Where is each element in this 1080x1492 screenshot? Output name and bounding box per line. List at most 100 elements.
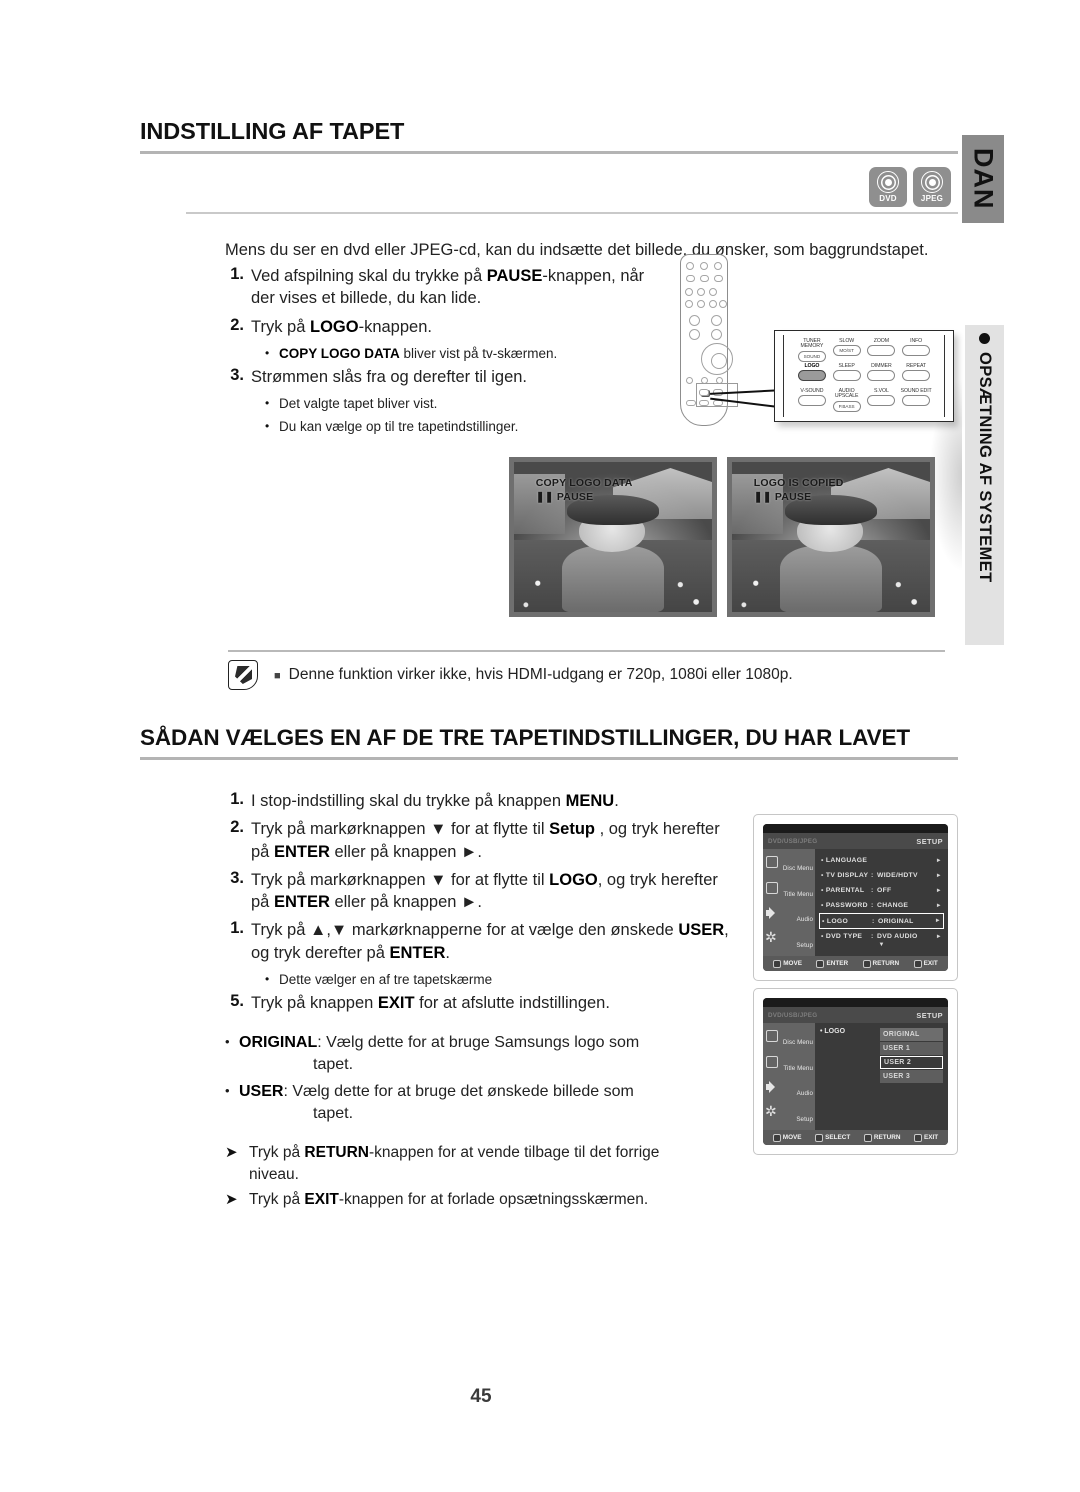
option-bullet: • ORIGINAL: Vælg dette for at bruge Samsu… <box>225 1032 695 1077</box>
emphasis-text: LOGO <box>309 317 359 336</box>
arrow-icon: ➤ <box>225 1144 238 1161</box>
section-2-heading: SÅDAN VÆLGES EN AF DE TRE TAPETINDSTILLI… <box>140 725 958 760</box>
section-1-heading-text: INDSTILLING AF TAPET <box>140 118 405 144</box>
pen-glyph-icon <box>235 666 252 684</box>
body-text: Tryk på markørknappen ▼ for at flytte ti… <box>251 820 550 839</box>
osd-footer-key-icon <box>816 959 825 968</box>
bullet-icon: • <box>225 1082 230 1098</box>
osd-sidebar-item-label: Setup <box>796 942 813 950</box>
note-text-row: ■ Denne funktion virker ikke, hvis HDMI-u… <box>274 660 793 690</box>
remote-button-cap <box>902 370 931 382</box>
osd-logo-option[interactable]: USER 3 <box>880 1070 943 1083</box>
speaker-icon <box>766 907 778 920</box>
gear-icon <box>765 929 778 946</box>
remote-button <box>711 315 722 326</box>
osd-sidebar-item-label: Audio <box>796 1090 813 1098</box>
bullet-icon: • <box>265 971 270 986</box>
arrow-note-text: Tryk på RETURN-knappen for at vende tilb… <box>249 1142 705 1185</box>
osd-menu-row[interactable]: LOGO:ORIGINAL► <box>819 913 944 929</box>
osd-footer-key-icon <box>913 1133 922 1142</box>
step-text: Tryk på markørknappen ▼ for at flytte ti… <box>251 818 730 863</box>
section-1-heading: INDSTILLING AF TAPET <box>140 118 958 154</box>
disc-icon-label: DVD <box>879 194 897 203</box>
remote-button <box>689 329 700 340</box>
disc-icons-rule <box>186 212 958 214</box>
body-text: Tryk på markørknappen ▼ for at flytte ti… <box>251 870 550 889</box>
section-2-step-list: 1. I stop-indstilling skal du trykke på k… <box>225 790 730 1020</box>
sub-bullet-text: Dette vælger en af tre tapetskærme <box>279 970 492 990</box>
osd-menu-row[interactable]: LANGUAGE ► <box>819 853 944 868</box>
photo-child-body <box>561 546 665 612</box>
osd-footer-hint-label: EXIT <box>923 960 938 967</box>
chevron-right-icon: ► <box>935 933 942 940</box>
emphasis-text: USER <box>239 1082 284 1100</box>
remote-button-label: REPEAT <box>906 363 927 369</box>
body-text: Dette vælger en af tre tapetskærme <box>279 971 493 987</box>
tv-screen-image: LOGO IS COPIED ❚❚ PAUSE <box>732 462 930 612</box>
step-sub-bullet: • Det valgte tapet bliver vist. <box>265 394 670 414</box>
step-number: 2. <box>230 818 244 837</box>
osd-footer-hint-label: SELECT <box>825 1134 851 1141</box>
osd-menu-row[interactable]: TV DISPLAY:WIDE/HDTV► <box>819 868 944 883</box>
osd-logo-option[interactable]: USER 1 <box>880 1042 943 1055</box>
jpeg-disc-icon: JPEG <box>913 167 951 207</box>
osd-footer-hint-label: RETURN <box>872 960 900 967</box>
osd-body: Disc Menu Title Menu Audio Setup LOGO ORIGI… <box>763 1023 948 1130</box>
osd-row-value: CHANGE <box>877 902 909 909</box>
osd-sidebar-item-label: Setup <box>796 1116 813 1124</box>
language-tab: DAN <box>962 135 1004 223</box>
remote-button-label: INFO <box>910 338 923 344</box>
osd-footer-hint-label: MOVE <box>782 1134 802 1141</box>
speaker-icon <box>766 1081 778 1094</box>
osd-footer-bar: MOVE ENTER RETURN EXIT <box>763 956 948 971</box>
remote-callout-button: DIMMER <box>865 363 899 388</box>
instruction-step: 2. Tryk på markørknappen ▼ for at flytte … <box>225 818 730 863</box>
note-block: ■ Denne funktion virker ikke, hvis HDMI-u… <box>228 660 945 690</box>
osd-footer-hint-label: EXIT <box>923 1134 939 1141</box>
osd-logo-option[interactable]: ORIGINAL <box>880 1028 943 1041</box>
osd-setup-label: SETUP <box>916 1010 943 1020</box>
body-text: eller på knappen ►. <box>329 842 482 861</box>
instruction-step: 3. Strømmen slås fra og derefter til igen… <box>225 366 670 388</box>
emphasis-text: COPY LOGO DATA <box>279 345 400 361</box>
heading-rule <box>140 151 958 154</box>
body-text: bliver vist på tv-skærmen. <box>399 345 558 361</box>
osd-disc-type-label: DVD/USB/JPEG <box>768 1011 818 1019</box>
step-sub-bullet: • Du kan vælge op til tre tapetindstillin… <box>265 417 670 437</box>
remote-button-label: SOUND EDIT <box>900 388 932 394</box>
body-text: for at afslutte indstillingen. <box>414 994 610 1013</box>
bullet-icon: • <box>265 345 270 360</box>
osd-footer-hint: RETURN <box>862 959 900 968</box>
step-number: 5. <box>230 992 244 1011</box>
photo-child-body <box>779 546 883 612</box>
osd-title-bar: DVD/USB/JPEG SETUP <box>763 1007 948 1023</box>
tv-screenshot-logo-is-copied: LOGO IS COPIED ❚❚ PAUSE <box>727 457 935 617</box>
osd-logo-option[interactable]: USER 2 <box>880 1056 943 1069</box>
language-tab-label: DAN <box>968 148 999 210</box>
emphasis-text: USER <box>678 921 725 940</box>
step-number: 1. <box>230 919 244 938</box>
step-text: I stop-indstilling skal du trykke på kna… <box>251 790 619 812</box>
disc-menu-icon <box>766 855 778 868</box>
osd-logo-options: ORIGINAL USER 1 USER 2 USER 3 <box>876 1028 943 1125</box>
remote-button-cap <box>867 395 896 407</box>
osd-setup-label: SETUP <box>916 836 943 846</box>
osd-menu-row[interactable]: PASSWORD:CHANGE► <box>819 898 944 913</box>
osd-setup-menu-screenshot: DVD/USB/JPEG SETUP Disc Menu Title Menu Au… <box>753 814 958 981</box>
body-text: : Vælg dette for at bruge Samsungs logo … <box>317 1034 640 1051</box>
disc-menu-icon <box>766 1029 778 1042</box>
tv-osd-line-1: LOGO IS COPIED <box>753 476 844 489</box>
osd-row-value: WIDE/HDTV <box>877 872 918 879</box>
remote-logo-callout: TUNER MEMORY SOUND SLOW MO/ST ZOOM INFO LOGO SLE… <box>774 330 954 422</box>
osd-sidebar: Disc Menu Title Menu Audio Setup <box>763 849 815 956</box>
remote-callout-button: AUDIO UPSCALE P.BASS <box>830 388 864 413</box>
section-tab-label: OPSÆTNING AF SYSTEMET <box>976 352 994 583</box>
sub-bullet-text: Du kan vælge op til tre tapetindstilling… <box>279 417 518 437</box>
osd-body: Disc Menu Title Menu Audio Setup LANGUAGE ► T… <box>763 849 948 956</box>
bullet-icon: • <box>265 418 270 433</box>
osd-menu-row[interactable]: PARENTAL:OFF► <box>819 883 944 898</box>
remote-button <box>699 389 709 396</box>
step-number: 2. <box>230 315 244 334</box>
osd-row-key: LANGUAGE <box>821 857 871 864</box>
remote-button <box>697 288 705 296</box>
